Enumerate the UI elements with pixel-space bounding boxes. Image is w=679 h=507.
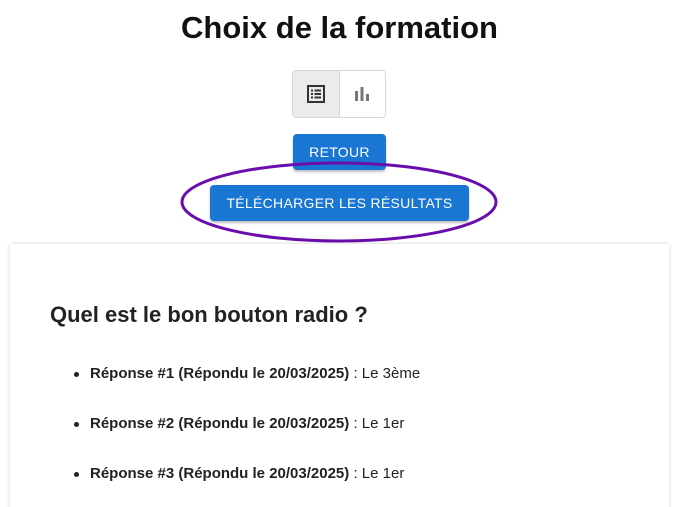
chart-view-button[interactable] [339, 71, 385, 117]
download-results-button[interactable]: TÉLÉCHARGER LES RÉSULTATS [210, 185, 469, 221]
list-icon [306, 85, 325, 103]
answer-value: Le 1er [361, 465, 405, 482]
view-toggle-group [292, 70, 386, 118]
answer-separator: : [353, 415, 362, 432]
answer-label: Réponse #2 (Répondu le 20/03/2025) [90, 415, 350, 432]
answer-label: Réponse #3 (Répondu le 20/03/2025) [90, 465, 350, 482]
list-item: Réponse #2 (Répondu le 20/03/2025) : Le … [72, 414, 420, 464]
bullet-icon [74, 372, 79, 377]
answer-separator: : [353, 465, 362, 482]
bullet-icon [74, 422, 79, 427]
question-title: Quel est le bon bouton radio ? [50, 302, 368, 327]
list-item: Réponse #1 (Répondu le 20/03/2025) : Le … [72, 364, 420, 414]
answers-list: Réponse #1 (Répondu le 20/03/2025) : Le … [72, 364, 420, 507]
answer-value: Le 1er [361, 415, 405, 432]
list-view-button[interactable] [293, 71, 340, 117]
page-title: Choix de la formation [181, 10, 498, 45]
results-page: Choix de la formation RETOUR TÉLÉCHARGER… [0, 0, 679, 507]
answer-value: Le 3ème [361, 365, 421, 382]
back-button[interactable]: RETOUR [293, 134, 386, 170]
answer-separator: : [353, 365, 362, 382]
bar-chart-icon [355, 87, 370, 101]
list-item: Réponse #3 (Répondu le 20/03/2025) : Le … [72, 464, 420, 507]
answer-label: Réponse #1 (Répondu le 20/03/2025) [90, 365, 350, 382]
bullet-icon [74, 472, 79, 477]
